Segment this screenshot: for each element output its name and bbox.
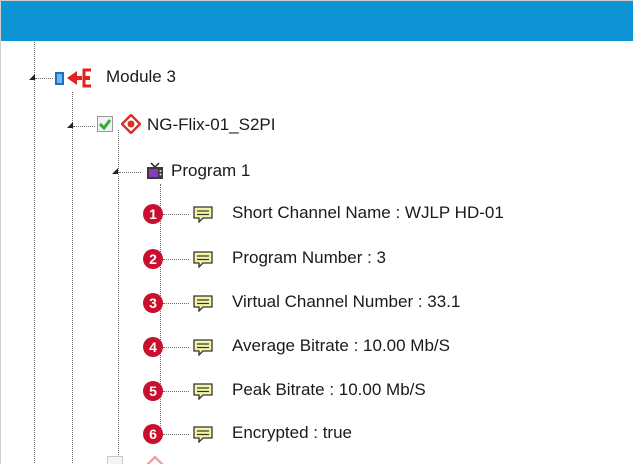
property-short-channel-name[interactable]: Short Channel Name : WJLP HD-01 [232, 202, 504, 224]
tree-guide-line [34, 42, 35, 464]
property-peak-bitrate[interactable]: Peak Bitrate : 10.00 Mb/S [232, 379, 426, 401]
transport-checkbox[interactable] [97, 116, 113, 132]
property-icon [193, 206, 213, 223]
property-encrypted[interactable]: Encrypted : true [232, 422, 352, 444]
next-transport-icon [146, 456, 164, 464]
next-transport-checkbox[interactable] [107, 456, 123, 464]
module-icon [55, 68, 91, 88]
callout-badge-5: 5 [143, 381, 163, 401]
callout-badge-6: 6 [143, 424, 163, 444]
transport-icon [121, 114, 141, 134]
tree-node-program-label[interactable]: Program 1 [171, 160, 250, 182]
tree-connector [163, 214, 189, 215]
tree-view[interactable]: Module 3 NG-Flix-01_S2PI Program 1 1 Sho… [1, 42, 633, 464]
tree-guide-line [118, 130, 119, 464]
tv-icon [147, 162, 163, 179]
tree-connector [35, 78, 53, 79]
property-icon [193, 339, 213, 356]
property-virtual-channel-number[interactable]: Virtual Channel Number : 33.1 [232, 291, 460, 313]
property-icon [193, 295, 213, 312]
property-icon [193, 383, 213, 400]
tree-connector [163, 347, 189, 348]
tree-node-module-label[interactable]: Module 3 [106, 66, 176, 88]
callout-badge-3: 3 [143, 293, 163, 313]
property-icon [193, 426, 213, 443]
panel-header-bar [1, 1, 633, 41]
callout-badge-1: 1 [143, 204, 163, 224]
tree-guide-line [72, 92, 73, 464]
property-icon [193, 251, 213, 268]
expander-program[interactable] [112, 168, 118, 174]
tree-connector [73, 126, 95, 127]
checkmark-icon [98, 119, 112, 131]
expander-transport[interactable] [67, 122, 73, 128]
callout-badge-2: 2 [143, 249, 163, 269]
tree-node-transport-label[interactable]: NG-Flix-01_S2PI [147, 114, 275, 136]
tree-connector [119, 172, 141, 173]
expander-module[interactable] [29, 74, 35, 80]
tree-connector [163, 434, 189, 435]
property-average-bitrate[interactable]: Average Bitrate : 10.00 Mb/S [232, 335, 450, 357]
tree-connector [163, 259, 189, 260]
tree-connector [163, 303, 189, 304]
tree-panel: Module 3 NG-Flix-01_S2PI Program 1 1 Sho… [0, 0, 633, 464]
property-program-number[interactable]: Program Number : 3 [232, 247, 386, 269]
callout-badge-4: 4 [143, 337, 163, 357]
tree-connector [163, 391, 189, 392]
